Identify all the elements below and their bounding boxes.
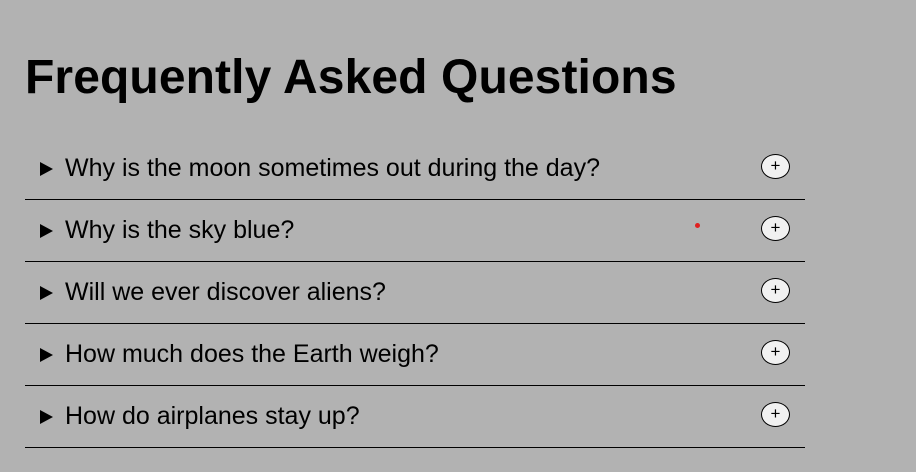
faq-question: Why is the moon sometimes out during the… [65,154,600,182]
faq-item-moon[interactable]: Why is the moon sometimes out during the… [25,138,805,200]
plus-icon[interactable]: + [761,340,790,365]
faq-question: How do airplanes stay up? [65,402,360,430]
plus-icon[interactable]: + [761,402,790,427]
faq-item-airplanes[interactable]: How do airplanes stay up? + [25,386,805,448]
page-title: Frequently Asked Questions [25,51,677,104]
caret-right-icon [40,224,53,238]
faq-item-sky[interactable]: Why is the sky blue? + [25,200,805,262]
cursor-marker-dot [695,223,700,228]
caret-right-icon [40,162,53,176]
faq-item-aliens[interactable]: Will we ever discover aliens? + [25,262,805,324]
caret-right-icon [40,348,53,362]
faq-item-earth[interactable]: How much does the Earth weigh? + [25,324,805,386]
faq-question: Why is the sky blue? [65,216,295,244]
faq-question: Will we ever discover aliens? [65,278,386,306]
faq-list: Why is the moon sometimes out during the… [25,138,805,448]
plus-icon[interactable]: + [761,278,790,303]
caret-right-icon [40,410,53,424]
plus-icon[interactable]: + [761,154,790,179]
caret-right-icon [40,286,53,300]
plus-icon[interactable]: + [761,216,790,241]
faq-question: How much does the Earth weigh? [65,340,439,368]
